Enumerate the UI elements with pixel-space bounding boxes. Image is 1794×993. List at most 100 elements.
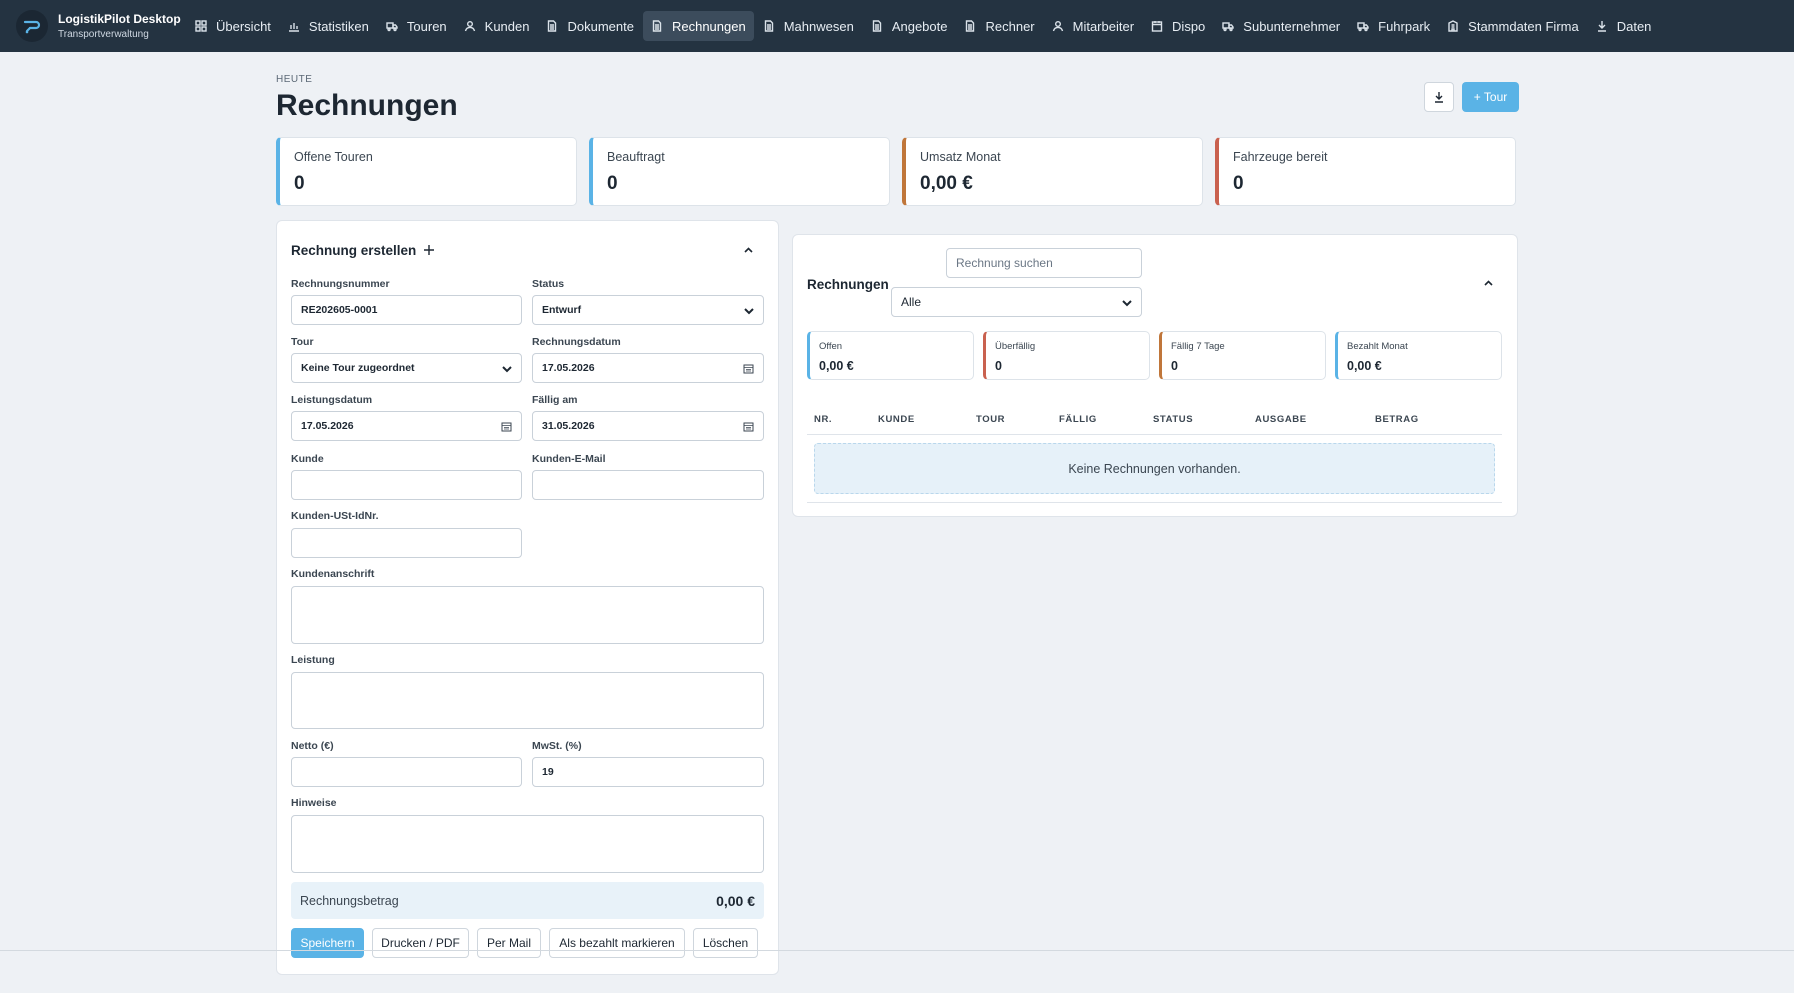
delete-button[interactable]: Löschen (693, 928, 758, 958)
nav-item-label: Touren (406, 18, 447, 34)
table-header-divider (807, 434, 1502, 435)
status-select[interactable]: Entwurf (532, 295, 764, 325)
document-icon (966, 20, 975, 32)
net-input[interactable] (291, 757, 522, 787)
nav-item-label: Mitarbeiter (1072, 18, 1135, 34)
summary-card-overdue: Überfällig 0 (983, 331, 1150, 380)
plus-icon[interactable] (423, 244, 435, 256)
tour-value: Keine Tour zugeordnet (301, 362, 415, 374)
print-pdf-button[interactable]: Drucken / PDF (372, 928, 469, 958)
nav-item-mitarbeiter[interactable]: Mitarbeiter (1044, 11, 1142, 41)
column-header-amount[interactable]: BETRAG (1375, 414, 1419, 425)
column-header-customer[interactable]: KUNDE (878, 414, 915, 425)
nav-item-dispo[interactable]: Dispo (1143, 11, 1213, 41)
summary-value: 0,00 € (819, 359, 854, 373)
column-header-status[interactable]: STATUS (1153, 414, 1193, 425)
download-icon (1435, 92, 1443, 103)
calendar-icon[interactable] (743, 421, 754, 432)
status-label: Status (532, 278, 565, 290)
mark-paid-button[interactable]: Als bezahlt markieren (549, 928, 685, 958)
service-date-label: Leistungsdatum (291, 394, 373, 406)
service-date-value: 17.05.2026 (301, 420, 354, 432)
nav-item-angebote[interactable]: Angebote (863, 11, 956, 41)
vat-rate-input[interactable]: 19 (532, 757, 764, 787)
tour-label: Tour (291, 336, 314, 348)
stat-label: Beauftragt (607, 150, 665, 164)
download-button[interactable] (1424, 82, 1454, 112)
due-date-input[interactable]: 31.05.2026 (532, 411, 764, 441)
summary-card-due-7-days: Fällig 7 Tage 0 (1159, 331, 1326, 380)
app-title: LogistikPilot Desktop (58, 12, 181, 26)
nav-item-rechnungen[interactable]: Rechnungen (642, 11, 754, 41)
nav-item-mahnwesen[interactable]: Mahnwesen (755, 11, 862, 41)
send-mail-button[interactable]: Per Mail (477, 928, 541, 958)
nav-item-fuhrpark[interactable]: Fuhrpark (1349, 11, 1438, 41)
nav-item-dokumente[interactable]: Dokumente (538, 11, 641, 41)
summary-value: 0 (1171, 359, 1178, 373)
calendar-icon[interactable] (743, 363, 754, 374)
search-placeholder: Rechnung suchen (956, 256, 1053, 270)
service-date-input[interactable]: 17.05.2026 (291, 411, 522, 441)
save-button[interactable]: Speichern (291, 928, 364, 958)
nav-item-übersicht[interactable]: Übersicht (187, 11, 279, 41)
footer-divider (0, 950, 1794, 951)
chevron-down-icon (744, 308, 754, 315)
collapse-chevron-up-icon[interactable] (743, 245, 754, 256)
user-icon (1052, 21, 1063, 32)
column-header-tour[interactable]: TOUR (976, 414, 1005, 425)
invoice-number-label: Rechnungsnummer (291, 278, 390, 290)
nav-item-subunternehmer[interactable]: Subunternehmer (1214, 11, 1348, 41)
chevron-down-icon (502, 366, 512, 373)
customer-email-label: Kunden-E-Mail (532, 453, 606, 465)
customer-label: Kunde (291, 453, 324, 465)
empty-state: Keine Rechnungen vorhanden. (814, 443, 1495, 494)
stat-value: 0 (294, 173, 305, 194)
summary-label: Offen (819, 341, 843, 352)
nav-item-daten[interactable]: Daten (1588, 11, 1660, 41)
column-header-output[interactable]: AUSGABE (1255, 414, 1307, 425)
new-tour-button[interactable]: + Tour (1462, 82, 1519, 112)
total-label: Rechnungsbetrag (300, 893, 399, 908)
invoice-search-input[interactable]: Rechnung suchen (946, 248, 1142, 278)
service-label: Leistung (291, 654, 335, 666)
calendar-icon (1151, 21, 1163, 32)
summary-card-paid-month: Bezahlt Monat 0,00 € (1335, 331, 1502, 380)
nav-item-label: Daten (1616, 18, 1652, 34)
address-textarea[interactable] (291, 586, 764, 644)
summary-label: Bezahlt Monat (1347, 341, 1408, 352)
tour-select[interactable]: Keine Tour zugeordnet (291, 353, 522, 383)
document-icon (764, 20, 773, 32)
stat-label: Umsatz Monat (920, 150, 1001, 164)
nav-item-kunden[interactable]: Kunden (456, 11, 538, 41)
vat-id-input[interactable] (291, 528, 522, 558)
invoice-number-input[interactable]: RE202605-0001 (291, 295, 522, 325)
nav-item-touren[interactable]: Touren (378, 11, 455, 41)
customer-email-input[interactable] (532, 470, 764, 500)
truck-icon (1357, 22, 1369, 32)
nav-item-stammdaten-firma[interactable]: Stammdaten Firma (1439, 11, 1587, 41)
total-value: 0,00 € (716, 892, 755, 909)
document-icon (548, 20, 557, 32)
nav-item-label: Kunden (484, 18, 530, 34)
column-header-nr[interactable]: NR. (814, 414, 832, 425)
calendar-icon[interactable] (501, 421, 512, 432)
stat-value: 0 (1233, 173, 1244, 194)
user-icon (464, 21, 475, 32)
invoice-date-input[interactable]: 17.05.2026 (532, 353, 764, 383)
nav-item-statistiken[interactable]: Statistiken (280, 11, 377, 41)
app-subtitle: Transportverwaltung (58, 29, 149, 40)
top-navigation: LogistikPilot Desktop Transportverwaltun… (0, 0, 1794, 52)
invoice-filter-select[interactable]: Alle (891, 287, 1142, 317)
collapse-chevron-up-icon[interactable] (1483, 278, 1494, 289)
service-textarea[interactable] (291, 672, 764, 729)
notes-textarea[interactable] (291, 815, 764, 873)
nav-item-label: Rechnungen (671, 18, 746, 34)
column-header-due[interactable]: FÄLLIG (1059, 414, 1097, 425)
nav-item-label: Statistiken (308, 18, 369, 34)
nav-item-rechner[interactable]: Rechner (956, 11, 1042, 41)
brand[interactable]: LogistikPilot Desktop Transportverwaltun… (0, 10, 187, 42)
stat-card-vehicles-ready: Fahrzeuge bereit 0 (1215, 137, 1516, 206)
due-date-label: Fällig am (532, 394, 578, 406)
customer-input[interactable] (291, 470, 522, 500)
nav-item-label: Mahnwesen (783, 18, 854, 34)
